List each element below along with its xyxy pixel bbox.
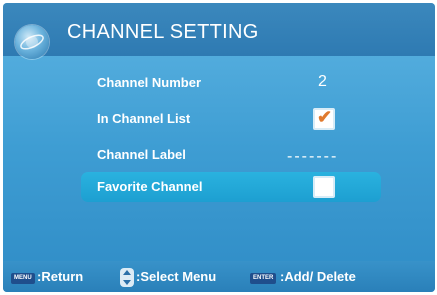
favorite-channel-checkbox[interactable] xyxy=(313,176,335,198)
channel-label-row[interactable]: Channel Label ------- xyxy=(81,140,381,170)
channel-number-label: Channel Number xyxy=(97,75,202,90)
header-bar: CHANNEL SETTING xyxy=(3,3,435,59)
in-channel-list-checkbox[interactable]: ✔ xyxy=(313,107,335,130)
in-channel-list-label: In Channel List xyxy=(97,111,191,126)
channel-label-label: Channel Label xyxy=(97,147,186,162)
channel-number-row[interactable]: Channel Number 2 xyxy=(81,68,381,98)
channel-setting-screen: CHANNEL SETTING Channel Number 2 In Chan… xyxy=(3,3,435,292)
enter-key-icon: ENTER xyxy=(250,273,277,284)
favorite-channel-label: Favorite Channel xyxy=(97,179,203,194)
checkmark-icon: ✔ xyxy=(317,107,333,127)
in-channel-list-row[interactable]: In Channel List ✔ xyxy=(81,104,381,134)
footer-bar: MENU :Return :Select Menu ENTER :Add/ De… xyxy=(3,261,435,292)
return-hint: :Return xyxy=(37,269,84,284)
favorite-channel-row[interactable]: Favorite Channel xyxy=(81,172,381,202)
globe-icon xyxy=(15,25,49,59)
select-menu-hint: :Select Menu xyxy=(136,269,217,284)
page-title: CHANNEL SETTING xyxy=(67,21,259,43)
add-delete-hint: :Add/ Delete xyxy=(280,269,356,284)
channel-number-value: 2 xyxy=(318,73,327,90)
channel-label-value: ------- xyxy=(287,148,339,165)
up-down-arrows-icon xyxy=(120,268,134,287)
menu-key-icon: MENU xyxy=(11,273,35,284)
